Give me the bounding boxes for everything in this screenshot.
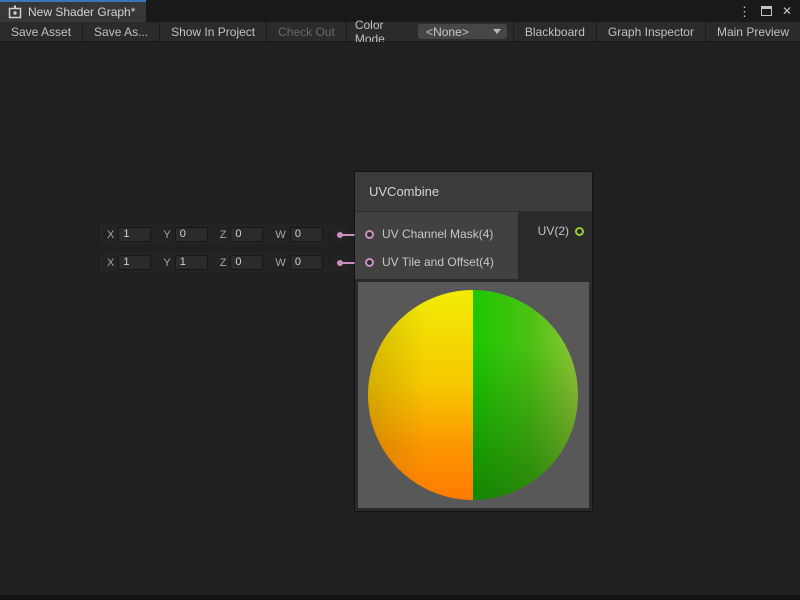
input-port-uv-channel-mask[interactable]: UV Channel Mask(4)	[355, 220, 518, 248]
z-label: Z	[220, 257, 227, 269]
w-field[interactable]: 0	[290, 227, 323, 242]
node-uvcombine[interactable]: UVCombine UV Channel Mask(4) UV Tile and…	[355, 172, 592, 511]
check-out-button: Check Out	[267, 22, 347, 41]
blackboard-button[interactable]: Blackboard	[513, 22, 596, 41]
port-circle-icon[interactable]	[365, 258, 374, 267]
z-label: Z	[220, 229, 227, 241]
shader-graph-icon	[8, 5, 22, 19]
y-label: Y	[163, 229, 170, 241]
x-field[interactable]: 1	[118, 227, 151, 242]
vector4-input-row-1: X1 Y0 Z0 W0	[100, 224, 348, 245]
tab-title: New Shader Graph*	[28, 5, 135, 19]
y-field[interactable]: 1	[175, 255, 208, 270]
save-as-button[interactable]: Save As...	[83, 22, 160, 41]
node-input-section: UV Channel Mask(4) UV Tile and Offset(4)	[355, 212, 518, 279]
vector4-fields: X1 Y1 Z0 W0	[100, 252, 329, 273]
color-mode-label: Color Mode	[347, 22, 418, 41]
sphere-right-half	[473, 290, 578, 500]
vector4-fields: X1 Y0 Z0 W0	[100, 224, 329, 245]
x-label: X	[107, 229, 114, 241]
titlebar-spacer	[146, 0, 738, 22]
y-label: Y	[163, 257, 170, 269]
show-in-project-button[interactable]: Show In Project	[160, 22, 267, 41]
menu-icon[interactable]: ⋮	[738, 5, 751, 18]
w-field[interactable]: 0	[290, 255, 323, 270]
main-preview-button[interactable]: Main Preview	[705, 22, 800, 41]
graph-canvas[interactable]: X1 Y0 Z0 W0 X1 Y1 Z0 W0 UVCombine UV Cha…	[0, 42, 800, 600]
node-output-section: UV(2)	[518, 212, 592, 279]
node-body: UV Channel Mask(4) UV Tile and Offset(4)…	[355, 212, 592, 279]
color-mode-value: <None>	[426, 25, 493, 39]
maximize-icon[interactable]	[761, 6, 772, 16]
preview-sphere	[368, 290, 578, 500]
chevron-down-icon	[493, 29, 501, 34]
output-port-label: UV(2)	[538, 224, 569, 238]
sphere-left-half	[368, 290, 473, 500]
node-preview	[358, 282, 589, 508]
input-port-uv-tile-offset[interactable]: UV Tile and Offset(4)	[355, 248, 518, 276]
input-port-label: UV Tile and Offset(4)	[382, 255, 494, 269]
x-label: X	[107, 257, 114, 269]
output-port-uv[interactable]: UV(2)	[538, 224, 584, 238]
input-port-label: UV Channel Mask(4)	[382, 227, 493, 241]
tab-new-shader-graph[interactable]: New Shader Graph*	[0, 0, 146, 22]
save-asset-button[interactable]: Save Asset	[0, 22, 83, 41]
x-field[interactable]: 1	[118, 255, 151, 270]
port-circle-icon[interactable]	[575, 227, 584, 236]
color-mode-dropdown[interactable]: <None>	[418, 24, 507, 39]
node-title: UVCombine	[355, 172, 592, 212]
w-label: W	[275, 257, 285, 269]
y-field[interactable]: 0	[175, 227, 208, 242]
graph-inspector-button[interactable]: Graph Inspector	[596, 22, 705, 41]
z-field[interactable]: 0	[230, 255, 263, 270]
close-icon[interactable]: ✕	[782, 5, 792, 17]
z-field[interactable]: 0	[230, 227, 263, 242]
w-label: W	[275, 229, 285, 241]
toolbar: Save Asset Save As... Show In Project Ch…	[0, 22, 800, 42]
window-bottom-edge	[0, 595, 800, 600]
port-circle-icon[interactable]	[365, 230, 374, 239]
window-controls: ⋮ ✕	[738, 0, 800, 22]
vector4-input-row-2: X1 Y1 Z0 W0	[100, 252, 348, 273]
